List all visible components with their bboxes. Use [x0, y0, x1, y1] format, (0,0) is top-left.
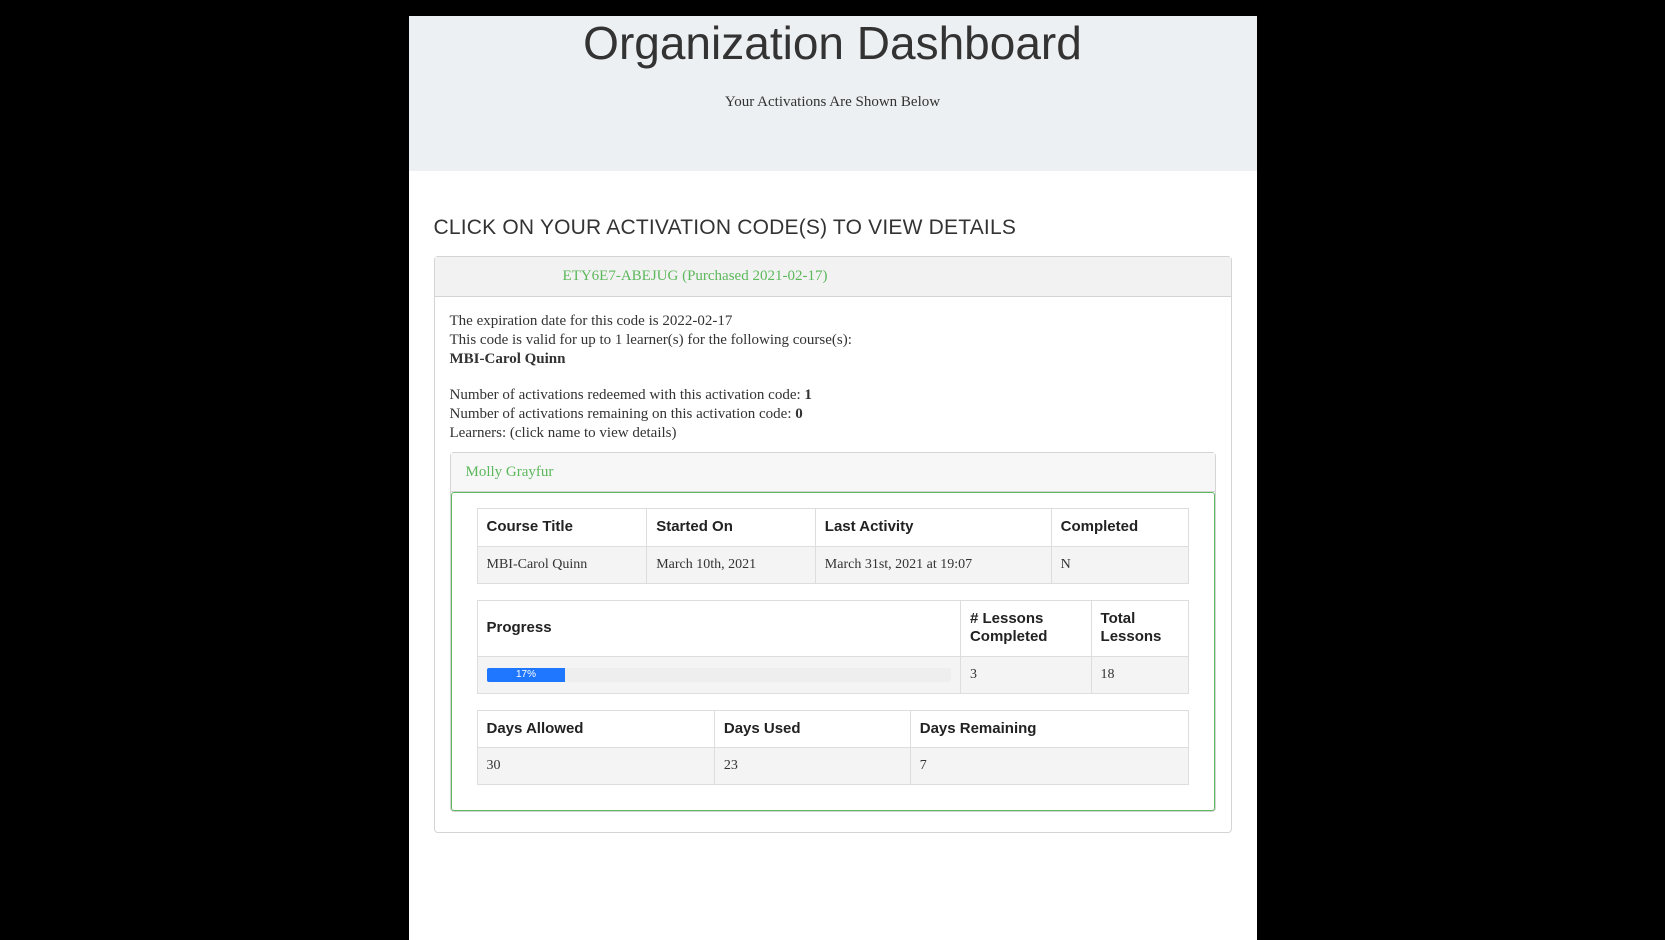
- col-lessons-completed: # Lessons Completed: [960, 600, 1091, 657]
- table-row: 30 23 7: [477, 748, 1188, 785]
- redeemed-line: Number of activations redeemed with this…: [450, 386, 1216, 405]
- cell-course-title: MBI-Carol Quinn: [477, 547, 647, 584]
- col-last-activity: Last Activity: [815, 509, 1051, 547]
- cell-days-used: 23: [714, 748, 910, 785]
- col-progress: Progress: [477, 600, 960, 657]
- cell-last-activity: March 31st, 2021 at 19:07: [815, 547, 1051, 584]
- table-row: 17% 3 18: [477, 657, 1188, 694]
- col-days-used: Days Used: [714, 710, 910, 748]
- cell-days-allowed: 30: [477, 748, 714, 785]
- cell-completed: N: [1051, 547, 1188, 584]
- progress-table: Progress # Lessons Completed Total Lesso…: [477, 600, 1189, 694]
- section-heading: CLICK ON YOUR ACTIVATION CODE(S) TO VIEW…: [434, 216, 1232, 240]
- table-row: MBI-Carol Quinn March 10th, 2021 March 3…: [477, 547, 1188, 584]
- col-days-remaining: Days Remaining: [910, 710, 1188, 748]
- cell-total-lessons: 18: [1091, 657, 1188, 694]
- cell-days-remaining: 7: [910, 748, 1188, 785]
- learners-label: Learners: (click name to view details): [450, 424, 1216, 443]
- redeemed-value: 1: [804, 387, 812, 403]
- cell-lessons-completed: 3: [960, 657, 1091, 694]
- progress-bar: 17%: [487, 668, 951, 682]
- col-completed: Completed: [1051, 509, 1188, 547]
- page-title: Organization Dashboard: [434, 16, 1232, 66]
- activation-accordion: ETY6E7-ABEJUG (Purchased 2021-02-17) The…: [434, 256, 1232, 833]
- col-course-title: Course Title: [477, 509, 647, 547]
- days-table: Days Allowed Days Used Days Remaining 30…: [477, 710, 1189, 785]
- expiration-text: The expiration date for this code is 202…: [450, 312, 1216, 331]
- redeemed-label: Number of activations redeemed with this…: [450, 387, 805, 403]
- learner-card: Molly Grayfur Course Title Started On La…: [450, 452, 1216, 812]
- course-name: MBI-Carol Quinn: [450, 350, 1216, 369]
- header-band: Organization Dashboard Your Activations …: [409, 16, 1257, 171]
- valid-text: This code is valid for up to 1 learner(s…: [450, 331, 1216, 350]
- cell-started-on: March 10th, 2021: [647, 547, 816, 584]
- course-table: Course Title Started On Last Activity Co…: [477, 508, 1189, 583]
- col-days-allowed: Days Allowed: [477, 710, 714, 748]
- activation-details: The expiration date for this code is 202…: [435, 297, 1231, 832]
- learner-name-header[interactable]: Molly Grayfur: [451, 453, 1215, 493]
- col-started-on: Started On: [647, 509, 816, 547]
- remaining-line: Number of activations remaining on this …: [450, 405, 1216, 424]
- app-frame: Organization Dashboard Your Activations …: [409, 16, 1257, 940]
- cell-progress: 17%: [477, 657, 960, 694]
- remaining-value: 0: [795, 406, 803, 422]
- learner-details: Course Title Started On Last Activity Co…: [451, 492, 1215, 811]
- content-area: CLICK ON YOUR ACTIVATION CODE(S) TO VIEW…: [409, 171, 1257, 863]
- progress-bar-fill: 17%: [487, 668, 566, 682]
- activation-code-header[interactable]: ETY6E7-ABEJUG (Purchased 2021-02-17): [435, 257, 1231, 297]
- page-subtitle: Your Activations Are Shown Below: [434, 94, 1232, 111]
- col-total-lessons: Total Lessons: [1091, 600, 1188, 657]
- remaining-label: Number of activations remaining on this …: [450, 406, 796, 422]
